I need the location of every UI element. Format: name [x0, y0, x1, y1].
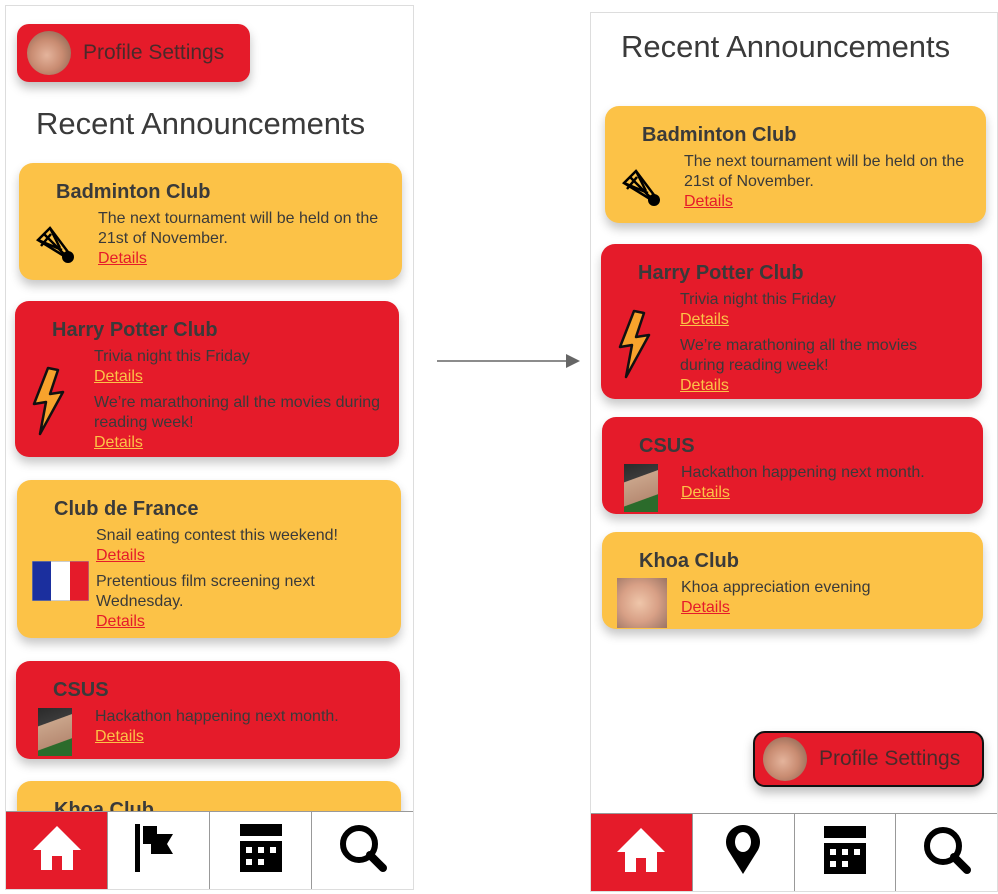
- home-icon: [615, 826, 667, 879]
- details-link[interactable]: Details: [96, 612, 145, 632]
- page-title: Recent Announcements: [621, 29, 951, 64]
- club-name: Harry Potter Club: [52, 319, 218, 341]
- announcement-card: Club de France Snail eating contest this …: [17, 480, 401, 638]
- tab-home[interactable]: [591, 814, 693, 891]
- club-name: CSUS: [639, 435, 695, 457]
- club-name: Badminton Club: [642, 124, 797, 146]
- announcement-text: Trivia night this Friday: [680, 291, 836, 308]
- tab-bar: [591, 813, 997, 891]
- details-link[interactable]: Details: [96, 546, 145, 566]
- announcement-text: We’re marathoning all the movies during …: [94, 394, 381, 431]
- details-link[interactable]: Details: [681, 483, 730, 503]
- profile-settings-label: Profile Settings: [83, 41, 225, 64]
- avatar: [763, 737, 807, 781]
- profile-settings-label: Profile Settings: [819, 747, 961, 770]
- announcement-item: Hackathon happening next month. Details: [681, 463, 967, 503]
- announcement-item: Khoa appreciation evening Details: [681, 578, 967, 618]
- lightning-bolt-icon: [616, 309, 652, 384]
- announcement-card: Badminton Club The next tournament will b…: [19, 163, 402, 280]
- announcement-card: Harry Potter Club Trivia night this Frida…: [601, 244, 982, 399]
- announcement-card: CSUS Hackathon happening next month. Detai…: [16, 661, 400, 759]
- avatar: [27, 31, 71, 75]
- announcement-text: Snail eating contest this weekend!: [96, 527, 338, 544]
- french-flag-icon: [31, 560, 90, 606]
- details-link[interactable]: Details: [684, 192, 733, 212]
- map-pin-icon: [723, 824, 763, 881]
- announcement-item: Snail eating contest this weekend! Detail…: [96, 526, 385, 566]
- details-link[interactable]: Details: [98, 249, 147, 269]
- search-icon: [922, 825, 972, 880]
- announcement-card: Harry Potter Club Trivia night this Frida…: [15, 301, 399, 457]
- member-photo-icon: [38, 708, 72, 756]
- khoa-photo-icon: [617, 577, 667, 628]
- details-link[interactable]: Details: [95, 727, 144, 747]
- lightning-bolt-icon: [30, 366, 66, 441]
- shuttlecock-icon: [34, 222, 78, 271]
- calendar-icon: [823, 825, 867, 880]
- transition-arrow: [437, 354, 580, 368]
- profile-settings-button[interactable]: Profile Settings: [17, 24, 250, 82]
- announcement-item: Hackathon happening next month. Details: [95, 707, 384, 747]
- announcement-item: We’re marathoning all the movies during …: [94, 393, 383, 453]
- tab-calendar[interactable]: [794, 814, 897, 891]
- page-title: Recent Announcements: [36, 106, 366, 141]
- details-link[interactable]: Details: [94, 367, 143, 387]
- club-name: Club de France: [54, 498, 199, 520]
- announcement-item: The next tournament will be held on the …: [98, 209, 386, 269]
- tab-search[interactable]: [312, 812, 413, 889]
- profile-settings-button[interactable]: Profile Settings: [753, 731, 984, 787]
- announcement-card: Khoa Club Khoa appreciation evening Detail…: [602, 532, 983, 629]
- announcement-text: Hackathon happening next month.: [681, 464, 925, 481]
- announcement-card: Badminton Club The next tournament will b…: [605, 106, 986, 223]
- calendar-icon: [239, 823, 283, 878]
- flag-icon: [133, 822, 185, 879]
- member-photo-icon: [624, 463, 658, 512]
- announcement-item: The next tournament will be held on the …: [684, 152, 970, 212]
- announcement-item: Trivia night this Friday Details: [94, 347, 383, 387]
- announcement-text: The next tournament will be held on the …: [684, 153, 965, 190]
- announcement-item: Trivia night this Friday Details: [680, 290, 966, 330]
- after-screen: Recent Announcements Badminton Club The n…: [590, 12, 998, 892]
- announcement-text: Khoa appreciation evening: [681, 579, 871, 596]
- announcement-item: Pretentious film screening next Wednesda…: [96, 572, 385, 632]
- tab-home[interactable]: [6, 812, 108, 889]
- details-link[interactable]: Details: [680, 310, 729, 330]
- announcement-item: We’re marathoning all the movies during …: [680, 336, 966, 396]
- club-name: CSUS: [53, 679, 109, 701]
- tab-bar: [6, 811, 413, 889]
- tab-search[interactable]: [896, 814, 997, 891]
- tab-flag[interactable]: [108, 812, 210, 889]
- club-name: Harry Potter Club: [638, 262, 804, 284]
- home-icon: [31, 824, 83, 877]
- details-link[interactable]: Details: [94, 433, 143, 453]
- tab-map-pin[interactable]: [692, 814, 795, 891]
- announcement-text: We’re marathoning all the movies during …: [680, 337, 918, 374]
- tab-calendar[interactable]: [210, 812, 312, 889]
- announcement-text: Trivia night this Friday: [94, 348, 250, 365]
- announcement-text: Pretentious film screening next Wednesda…: [96, 573, 315, 610]
- announcement-text: The next tournament will be held on the …: [98, 210, 379, 247]
- details-link[interactable]: Details: [680, 376, 729, 396]
- club-name: Khoa Club: [639, 550, 739, 572]
- before-screen: Profile Settings Recent Announcements Ba…: [5, 5, 414, 890]
- shuttlecock-icon: [620, 165, 664, 214]
- search-icon: [338, 823, 388, 878]
- details-link[interactable]: Details: [681, 598, 730, 618]
- club-name: Badminton Club: [56, 181, 211, 203]
- announcement-card: CSUS Hackathon happening next month. Detai…: [602, 417, 983, 514]
- announcement-text: Hackathon happening next month.: [95, 708, 339, 725]
